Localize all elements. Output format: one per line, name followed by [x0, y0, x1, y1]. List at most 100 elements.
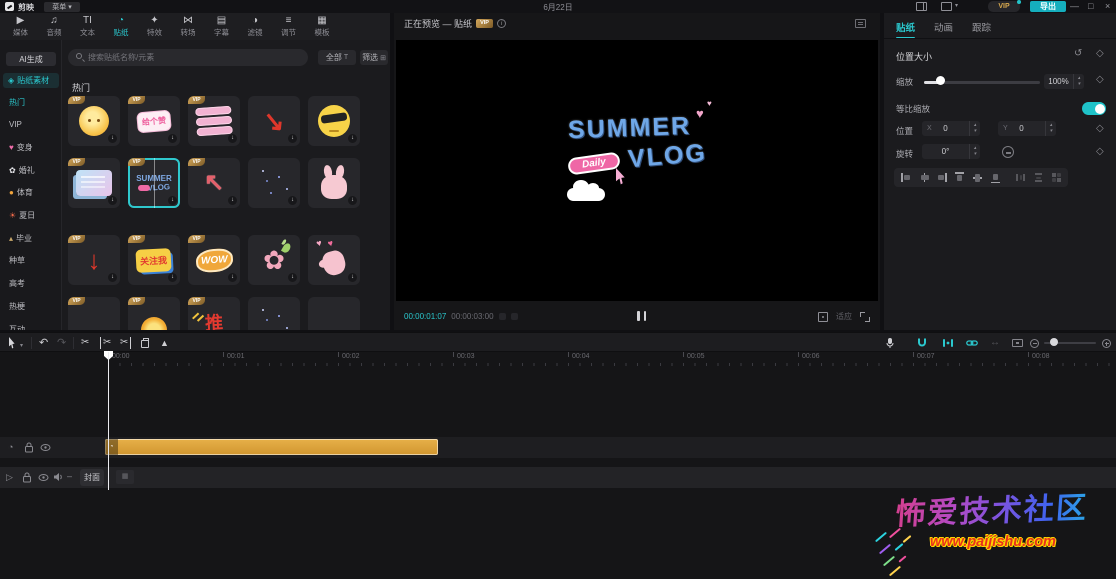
sticker-clip[interactable]: ◔ [105, 439, 438, 455]
pink-arrow-upleft-sticker[interactable]: ↖VIP↓ [188, 158, 240, 208]
pastel-notes-sticker[interactable]: VIP↓ [68, 158, 120, 208]
split-icon[interactable]: ✂ [81, 337, 89, 349]
preview-option-icon[interactable] [499, 313, 506, 320]
wow-sticker[interactable]: WOWVIP↓ [188, 235, 240, 285]
track-hide-icon[interactable] [40, 443, 51, 452]
preview-canvas[interactable]: SUMMER ♥♥ VLOG Daily [396, 40, 878, 301]
download-icon[interactable]: ↓ [108, 196, 117, 205]
pink-text-sticker[interactable]: VIP↓ [188, 96, 240, 146]
filter-button[interactable]: 筛选 ⊞ [360, 50, 388, 65]
align-center-horizontal-icon[interactable] [919, 172, 929, 183]
preview-option-icon[interactable] [511, 313, 518, 320]
device-icon[interactable] [941, 2, 952, 11]
download-icon[interactable]: ↓ [348, 196, 357, 205]
delete-icon[interactable] [141, 340, 149, 348]
sidebar-item-vip[interactable]: VIP [0, 116, 62, 134]
export-button[interactable]: 导出 [1030, 1, 1066, 12]
position-x-box[interactable]: X 0 ▴▾ [922, 121, 980, 136]
download-icon[interactable]: ↓ [228, 273, 237, 282]
vip-badge[interactable]: VIP [988, 1, 1020, 12]
ribbon-tab-adjust[interactable]: ≡调节 [272, 14, 305, 39]
main-track-magnet-icon[interactable] [916, 337, 928, 349]
track-lock-icon[interactable] [24, 442, 34, 453]
filter-all-button[interactable]: 全部 T [318, 50, 356, 65]
zoom-in-icon[interactable] [1102, 339, 1111, 348]
download-icon[interactable]: ↓ [288, 134, 297, 143]
keyframe-icon[interactable]: ◇ [1096, 48, 1104, 59]
timeline-view-icon[interactable] [1012, 339, 1023, 347]
align-bottom-icon[interactable] [990, 172, 1000, 183]
tab-sticker[interactable]: 贴纸 [896, 20, 915, 34]
rotate-box[interactable]: 0° ▴▾ [922, 144, 980, 159]
finger-heart-sticker[interactable]: ↓ [308, 235, 360, 285]
collapse-tracks-icon[interactable]: – [67, 471, 72, 481]
menu-button[interactable]: 菜单 ▾ [44, 2, 80, 12]
crop-right-icon[interactable]: ✂ [120, 337, 131, 349]
position-x-stepper[interactable]: ▴▾ [969, 121, 980, 136]
ribbon-tab-captions[interactable]: ▤字幕 [205, 14, 238, 39]
undo-icon[interactable]: ↶ [39, 337, 48, 349]
minimize-button[interactable]: — [1070, 0, 1079, 13]
ribbon-tab-filters[interactable]: ◑滤镜 [239, 14, 272, 39]
close-button[interactable]: × [1105, 0, 1110, 13]
info-icon[interactable]: i [497, 19, 506, 28]
align-left-icon[interactable] [901, 172, 911, 183]
rotate-dial-icon[interactable] [1002, 146, 1014, 158]
download-icon[interactable]: ↓ [108, 134, 117, 143]
fit-mode-label[interactable]: 适应 [836, 311, 852, 322]
link-clips-icon[interactable] [966, 337, 978, 349]
ribbon-tab-templates[interactable]: ▦模板 [306, 14, 339, 39]
align-right-icon[interactable] [936, 172, 946, 183]
download-icon[interactable]: ↓ [228, 196, 237, 205]
download-icon[interactable]: ↓ [108, 273, 117, 282]
scale-value-box[interactable]: 100% ▴▾ [1044, 74, 1084, 89]
pink-bunny-sticker[interactable]: ↓ [308, 158, 360, 208]
sidebar-item-sticker-material[interactable]: ◈ 贴纸素材 [3, 73, 59, 88]
download-icon[interactable]: ↓ [168, 196, 177, 205]
ribbon-tab-effects[interactable]: ✦特效 [138, 14, 171, 39]
sidebar-item-sports[interactable]: ●体育 [0, 184, 62, 202]
sidebar-item-summer[interactable]: ☀夏日 [0, 207, 62, 225]
follow-me-sticker[interactable]: 关注我VIP↓ [128, 235, 180, 285]
sparkle-sticker[interactable]: ↓ [248, 158, 300, 208]
sunglasses-emoji-sticker[interactable]: ↓ [308, 96, 360, 146]
ribbon-tab-text[interactable]: TI文本 [71, 14, 104, 39]
search-input[interactable] [88, 49, 303, 66]
scale-slider-knob[interactable] [936, 76, 945, 85]
position-y-stepper[interactable]: ▴▾ [1045, 121, 1056, 136]
fit-frame-icon[interactable] [818, 312, 828, 322]
distribute-grid-icon[interactable] [1051, 172, 1061, 183]
distribute-horizontal-icon[interactable] [1015, 172, 1025, 183]
ribbon-tab-audio[interactable]: ♫音频 [38, 14, 71, 39]
sidebar-item-recommend[interactable]: 种草 [0, 252, 62, 270]
keyframe-icon[interactable]: ◇ [1096, 123, 1104, 134]
sparkle-sticker-2[interactable]: ↓ [248, 297, 300, 330]
download-icon[interactable]: ↓ [348, 273, 357, 282]
preview-settings-icon[interactable] [855, 19, 866, 28]
red-arrow-down-sticker[interactable]: ↓VIP↓ [68, 235, 120, 285]
keyframe-icon[interactable]: ◇ [1096, 74, 1104, 85]
chevron-down-icon[interactable]: ▾ [955, 2, 958, 9]
ribbon-tab-transition[interactable]: ⋈转场 [172, 14, 205, 39]
record-voiceover-icon[interactable] [884, 337, 896, 349]
layout-icon[interactable] [916, 2, 927, 11]
tab-tracking[interactable]: 跟踪 [972, 20, 991, 34]
main-track-placeholder[interactable]: ▦ [116, 470, 134, 484]
pause-button[interactable] [637, 311, 646, 321]
sidebar-item-memes[interactable]: 热梗 [0, 297, 62, 315]
auto-snap-icon[interactable] [942, 337, 954, 349]
summer-vlog-sticker[interactable]: SUMMERVLOGVIP↓ [128, 158, 180, 208]
rotate-stepper[interactable]: ▴▾ [969, 144, 980, 159]
track-hide-icon[interactable] [38, 473, 49, 482]
download-icon[interactable]: ↓ [288, 196, 297, 205]
timeline-zoom-knob[interactable] [1050, 338, 1058, 346]
sidebar-item-gaokao[interactable]: 高考 [0, 275, 62, 293]
sidebar-item-hot[interactable]: 热门 [0, 93, 62, 111]
fullscreen-icon[interactable] [860, 312, 870, 322]
distribute-vertical-icon[interactable] [1033, 172, 1043, 183]
sidebar-item-interaction[interactable]: 互动 [0, 320, 62, 330]
select-tool-icon[interactable] [9, 337, 18, 349]
preview-axis-icon[interactable]: ↔ [990, 337, 1000, 349]
download-icon[interactable]: ↓ [228, 134, 237, 143]
download-icon[interactable]: ↓ [288, 273, 297, 282]
